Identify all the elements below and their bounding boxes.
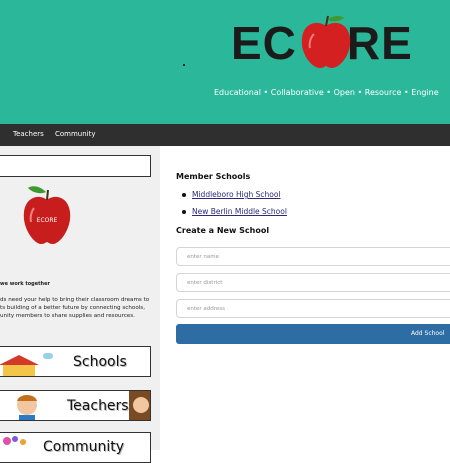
sidebar-description: ds need your help to bring their classro…	[0, 297, 150, 319]
create-school-title: Create a New School	[176, 226, 270, 235]
apple-icon: ECORE	[23, 186, 71, 244]
list-item: New Berlin Middle School	[182, 207, 287, 216]
apple-label: ECORE	[37, 217, 58, 224]
school-name-field[interactable]: enter name	[176, 247, 450, 266]
search-input[interactable]	[0, 155, 151, 177]
add-school-label: Add School	[411, 330, 445, 337]
school-link[interactable]: Middleboro High School	[192, 190, 281, 199]
community-banner-label: Community	[43, 439, 125, 455]
logo-text-end: RE	[346, 17, 413, 69]
school-address-field[interactable]: enter address	[176, 299, 450, 318]
sidebar-heading: we work together	[0, 281, 50, 287]
teacher-avatar-icon	[17, 395, 37, 420]
teachers-banner-label: Teachers	[67, 398, 129, 414]
tagline: Educational • Collaborative • Open • Res…	[214, 88, 439, 97]
school-link[interactable]: New Berlin Middle School	[192, 207, 287, 216]
main-content: Member Schools Middleboro High School Ne…	[176, 146, 450, 450]
school-building-icon	[0, 353, 53, 376]
school-district-field[interactable]: enter district	[176, 273, 450, 292]
teachers-banner[interactable]: Teachers	[0, 390, 151, 421]
teacher-avatar-icon	[129, 391, 150, 420]
nav-bar: Teachers Community	[0, 124, 450, 146]
site-header: EC RE Educational • Collaborative • Open …	[0, 0, 450, 124]
logo-text-start: EC	[231, 17, 297, 69]
list-item: Middleboro High School	[182, 190, 281, 199]
schools-banner-label: Schools	[73, 354, 127, 370]
schools-banner[interactable]: Schools	[0, 346, 151, 377]
nav-item-teachers[interactable]: Teachers	[13, 130, 44, 138]
nav-item-community[interactable]: Community	[55, 130, 96, 138]
member-schools-title: Member Schools	[176, 172, 251, 181]
apple-logo-icon	[301, 15, 351, 68]
community-banner[interactable]: Community	[0, 432, 151, 463]
community-icon	[3, 436, 26, 445]
sidebar: ECORE we work together ds need your help…	[0, 146, 160, 463]
add-school-button[interactable]: Add School	[176, 324, 450, 344]
